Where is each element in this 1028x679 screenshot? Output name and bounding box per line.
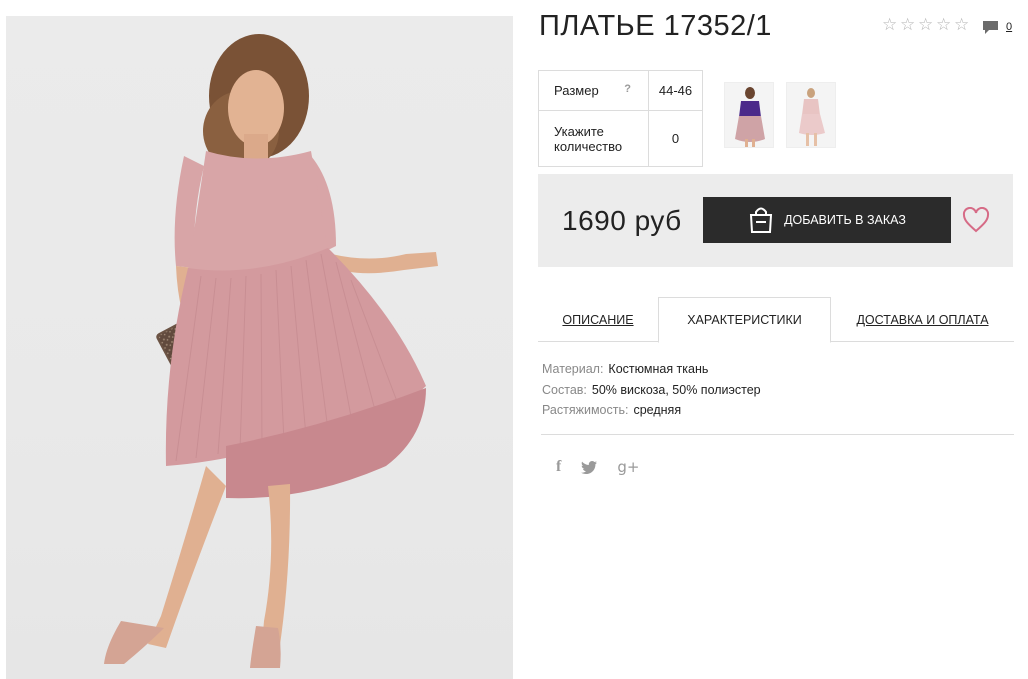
googleplus-icon[interactable]: g+ xyxy=(617,458,639,476)
star-icon[interactable]: ☆ xyxy=(918,16,935,33)
add-to-order-button[interactable]: ДОБАВИТЬ В ЗАКАЗ xyxy=(703,197,951,243)
char-key: Состав: xyxy=(542,382,587,397)
star-icon[interactable]: ☆ xyxy=(900,16,917,33)
star-icon[interactable]: ☆ xyxy=(954,16,971,33)
quantity-label-line2: количество xyxy=(554,138,623,154)
char-value: 50% вискоза, 50% полиэстер xyxy=(591,382,761,397)
char-key: Материал: xyxy=(542,362,604,376)
char-stretch: Растяжимость: средняя xyxy=(542,400,761,421)
dress-illustration xyxy=(104,34,438,668)
thumbnail-image xyxy=(787,83,835,147)
divider xyxy=(541,434,1014,435)
add-to-order-label: ДОБАВИТЬ В ЗАКАЗ xyxy=(784,213,906,227)
heart-icon[interactable] xyxy=(962,207,990,233)
product-tabs: ОПИСАНИЕ ХАРАКТЕРИСТИКИ ДОСТАВКА И ОПЛАТ… xyxy=(538,297,1014,343)
thumbnail-image xyxy=(725,83,773,147)
rating-stars[interactable]: ☆ ☆ ☆ ☆ ☆ xyxy=(882,16,971,33)
price-box: 1690 руб ДОБАВИТЬ В ЗАКАЗ xyxy=(538,174,1013,267)
options-table: Размер ? 44-46 Укажите количество 0 xyxy=(538,70,703,167)
size-value[interactable]: 44-46 xyxy=(648,70,703,111)
tab-delivery[interactable]: ДОСТАВКА И ОПЛАТА xyxy=(831,297,1014,342)
product-main-image[interactable] xyxy=(6,16,513,679)
star-icon[interactable]: ☆ xyxy=(936,16,953,33)
comment-icon[interactable] xyxy=(982,20,999,35)
quantity-label-cell: Укажите количество xyxy=(538,110,649,167)
social-share: f g+ xyxy=(556,458,639,476)
char-key: Растяжимость: xyxy=(542,403,629,417)
characteristics-list: Материал: Костюмная ткань Состав: 50% виск… xyxy=(542,359,761,421)
star-icon[interactable]: ☆ xyxy=(882,16,899,33)
size-label: Размер xyxy=(554,83,599,98)
twitter-icon[interactable] xyxy=(581,460,598,474)
price: 1690 руб xyxy=(562,205,682,236)
quantity-label-line1: Укажите xyxy=(554,123,604,139)
char-value: средняя xyxy=(633,403,682,417)
quantity-input[interactable]: 0 xyxy=(648,110,703,167)
size-label-cell: Размер ? xyxy=(538,70,649,111)
char-composition: Состав: 50% вискоза, 50% полиэстер xyxy=(542,380,761,401)
tab-characteristics[interactable]: ХАРАКТЕРИСТИКИ xyxy=(658,297,831,343)
bag-icon xyxy=(750,207,773,233)
help-icon[interactable]: ? xyxy=(624,83,631,95)
char-material: Материал: Костюмная ткань xyxy=(542,359,761,380)
product-title: ПЛАТЬЕ 17352/1 xyxy=(539,10,772,42)
tab-description[interactable]: ОПИСАНИЕ xyxy=(538,297,658,342)
thumbnail-pink[interactable] xyxy=(786,82,836,148)
thumbnail-purple[interactable] xyxy=(724,82,774,148)
facebook-icon[interactable]: f xyxy=(556,458,561,476)
comment-count-link[interactable]: 0 xyxy=(1006,21,1012,33)
char-value: Костюмная ткань xyxy=(608,362,709,376)
